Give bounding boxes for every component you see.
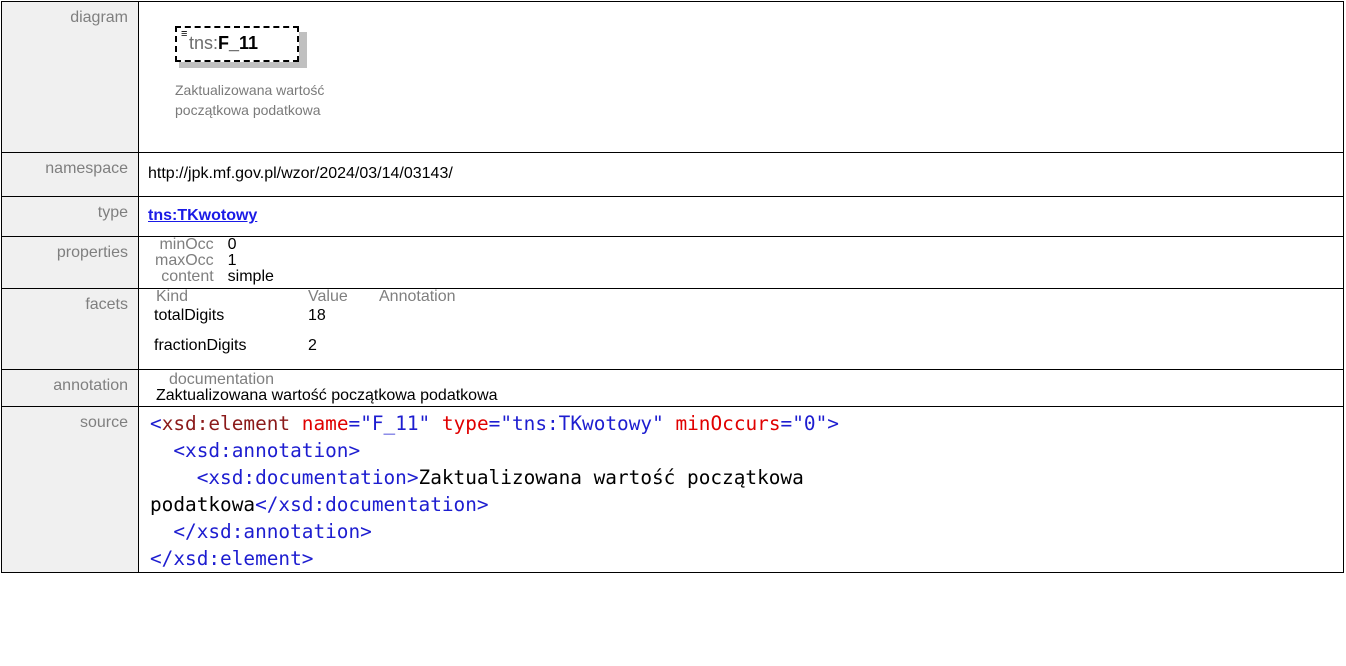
label-source: source xyxy=(1,406,139,573)
property-value: 1 xyxy=(227,252,237,269)
property-value: 0 xyxy=(227,236,237,253)
type-cell: tns:TKwotowy xyxy=(138,196,1344,237)
row-diagram: diagram ≡ tns:F_11 Zaktualizowana wartoś… xyxy=(1,1,1344,153)
row-annotation: annotation documentation Zaktualizowana … xyxy=(1,369,1344,407)
facets-cell: Kind Value Annotation totalDigits 18 fra… xyxy=(138,288,1344,370)
description-line-1: Zaktualizowana wartość xyxy=(175,82,325,98)
source-line-2: <xsd:annotation> xyxy=(150,437,1343,464)
code-attr-value: "F_11" xyxy=(360,412,431,435)
row-type: type tns:TKwotowy xyxy=(1,196,1344,237)
diagram: ≡ tns:F_11 Zaktualizowana wartość począt… xyxy=(148,2,1343,152)
facet-row: totalDigits 18 xyxy=(154,305,456,335)
facet-annotation xyxy=(379,305,456,335)
documentation-text: Zaktualizowana wartość początkowa podatk… xyxy=(156,387,498,404)
code-attr-name: name xyxy=(301,412,349,435)
code-text: podatkowa xyxy=(150,493,256,516)
source-line-5: </xsd:annotation> xyxy=(150,518,1343,545)
diagram-cell: ≡ tns:F_11 Zaktualizowana wartość począt… xyxy=(138,1,1344,153)
code-tag: <xsd:annotation> xyxy=(173,439,361,462)
code-tag: </xsd:documentation> xyxy=(255,493,489,516)
facets-header-kind: Kind xyxy=(156,288,189,305)
facets-header-value: Value xyxy=(308,288,348,305)
row-facets: facets Kind Value Annotation totalDigits… xyxy=(1,288,1344,370)
facets-header-annotation: Annotation xyxy=(379,288,456,305)
source-line-6: </xsd:element> xyxy=(150,545,1343,572)
source-line-1: <xsd:element name="F_11" type="tns:TKwot… xyxy=(150,412,839,435)
source-cell: <xsd:element name="F_11" type="tns:TKwot… xyxy=(138,406,1344,573)
code-attr-value: "tns:TKwotowy" xyxy=(500,412,664,435)
code-attr-name: type xyxy=(441,412,489,435)
facet-row: fractionDigits 2 xyxy=(154,335,456,365)
property-key: maxOcc xyxy=(155,252,214,269)
description-line-2: początkowa podatkowa xyxy=(175,102,321,118)
element-description: Zaktualizowana wartość początkowa podatk… xyxy=(175,80,435,120)
row-namespace: namespace http://jpk.mf.gov.pl/wzor/2024… xyxy=(1,152,1344,197)
facet-value: 2 xyxy=(308,337,317,354)
facet-kind: totalDigits xyxy=(154,307,225,324)
source-code: <xsd:element name="F_11" type="tns:TKwot… xyxy=(150,410,1343,572)
facet-kind: fractionDigits xyxy=(154,337,247,354)
property-row: content simple xyxy=(155,269,274,285)
row-properties: properties minOcc 0 maxOcc 1 content sim… xyxy=(1,236,1344,289)
element-box[interactable]: ≡ tns:F_11 xyxy=(175,26,299,62)
code-tag-name: xsd:element xyxy=(161,412,291,435)
label-type: type xyxy=(1,196,139,237)
facet-annotation xyxy=(379,335,456,365)
facets-header-row: Kind Value Annotation xyxy=(154,289,456,305)
element-prefix: tns: xyxy=(189,33,219,53)
code-bracket: < xyxy=(150,412,162,435)
code-attr-name: minOccurs xyxy=(675,412,781,435)
namespace-value: http://jpk.mf.gov.pl/wzor/2024/03/14/031… xyxy=(138,152,1344,197)
properties-table: minOcc 0 maxOcc 1 content simple xyxy=(155,237,274,285)
code-tag: <xsd:documentation> xyxy=(196,466,419,489)
properties-cell: minOcc 0 maxOcc 1 content simple xyxy=(138,236,1344,289)
property-key: minOcc xyxy=(159,236,214,253)
facet-value: 18 xyxy=(308,307,326,324)
code-attr-value: "0" xyxy=(792,412,828,435)
property-value: simple xyxy=(227,268,274,285)
code-tag: </xsd:annotation> xyxy=(173,520,372,543)
label-annotation: annotation xyxy=(1,369,139,407)
row-source: source <xsd:element name="F_11" type="tn… xyxy=(1,406,1344,573)
code-text: Zaktualizowana wartość początkowa xyxy=(418,466,804,489)
label-properties: properties xyxy=(1,236,139,289)
code-tag: </xsd:element> xyxy=(150,547,314,570)
code-bracket: > xyxy=(827,412,839,435)
facets-table: Kind Value Annotation totalDigits 18 fra… xyxy=(154,289,456,365)
element-local-name: F_11 xyxy=(218,33,259,53)
source-line-4: podatkowa</xsd:documentation> xyxy=(150,491,1343,518)
documentation-lines-icon: ≡ xyxy=(181,28,188,40)
property-row: maxOcc 1 xyxy=(155,253,274,269)
annotation-cell: documentation Zaktualizowana wartość poc… xyxy=(138,369,1344,407)
type-link[interactable]: tns:TKwotowy xyxy=(148,207,257,224)
documentation-label: documentation xyxy=(169,371,274,388)
element-doc-table: diagram ≡ tns:F_11 Zaktualizowana wartoś… xyxy=(1,1,1344,573)
element-name: tns:F_11 xyxy=(189,33,258,54)
label-diagram: diagram xyxy=(1,1,139,153)
label-namespace: namespace xyxy=(1,152,139,197)
property-row: minOcc 0 xyxy=(155,237,274,253)
label-facets: facets xyxy=(1,288,139,370)
source-line-3: <xsd:documentation>Zaktualizowana wartoś… xyxy=(150,464,1343,491)
property-key: content xyxy=(161,268,214,285)
